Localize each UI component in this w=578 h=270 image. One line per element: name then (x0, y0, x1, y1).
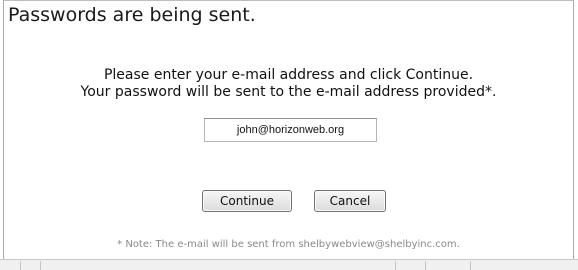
status-bar-divider (20, 261, 21, 270)
cancel-button[interactable]: Cancel (314, 190, 386, 212)
instructions: Please enter your e-mail address and cli… (4, 67, 573, 101)
instruction-line-1: Please enter your e-mail address and cli… (103, 67, 474, 83)
status-bar-divider (40, 261, 41, 270)
status-bar (0, 259, 578, 270)
email-field[interactable] (204, 118, 377, 142)
continue-button[interactable]: Continue (202, 190, 292, 212)
status-bar-divider (425, 261, 426, 270)
status-bar-divider (395, 261, 396, 270)
password-dialog: Passwords are being sent. Please enter y… (3, 0, 574, 266)
instruction-line-2: Your password will be sent to the e-mail… (80, 84, 497, 100)
status-bar-divider (470, 261, 471, 270)
page-title: Passwords are being sent. (8, 4, 256, 26)
sender-note: * Note: The e-mail will be sent from she… (117, 239, 460, 250)
